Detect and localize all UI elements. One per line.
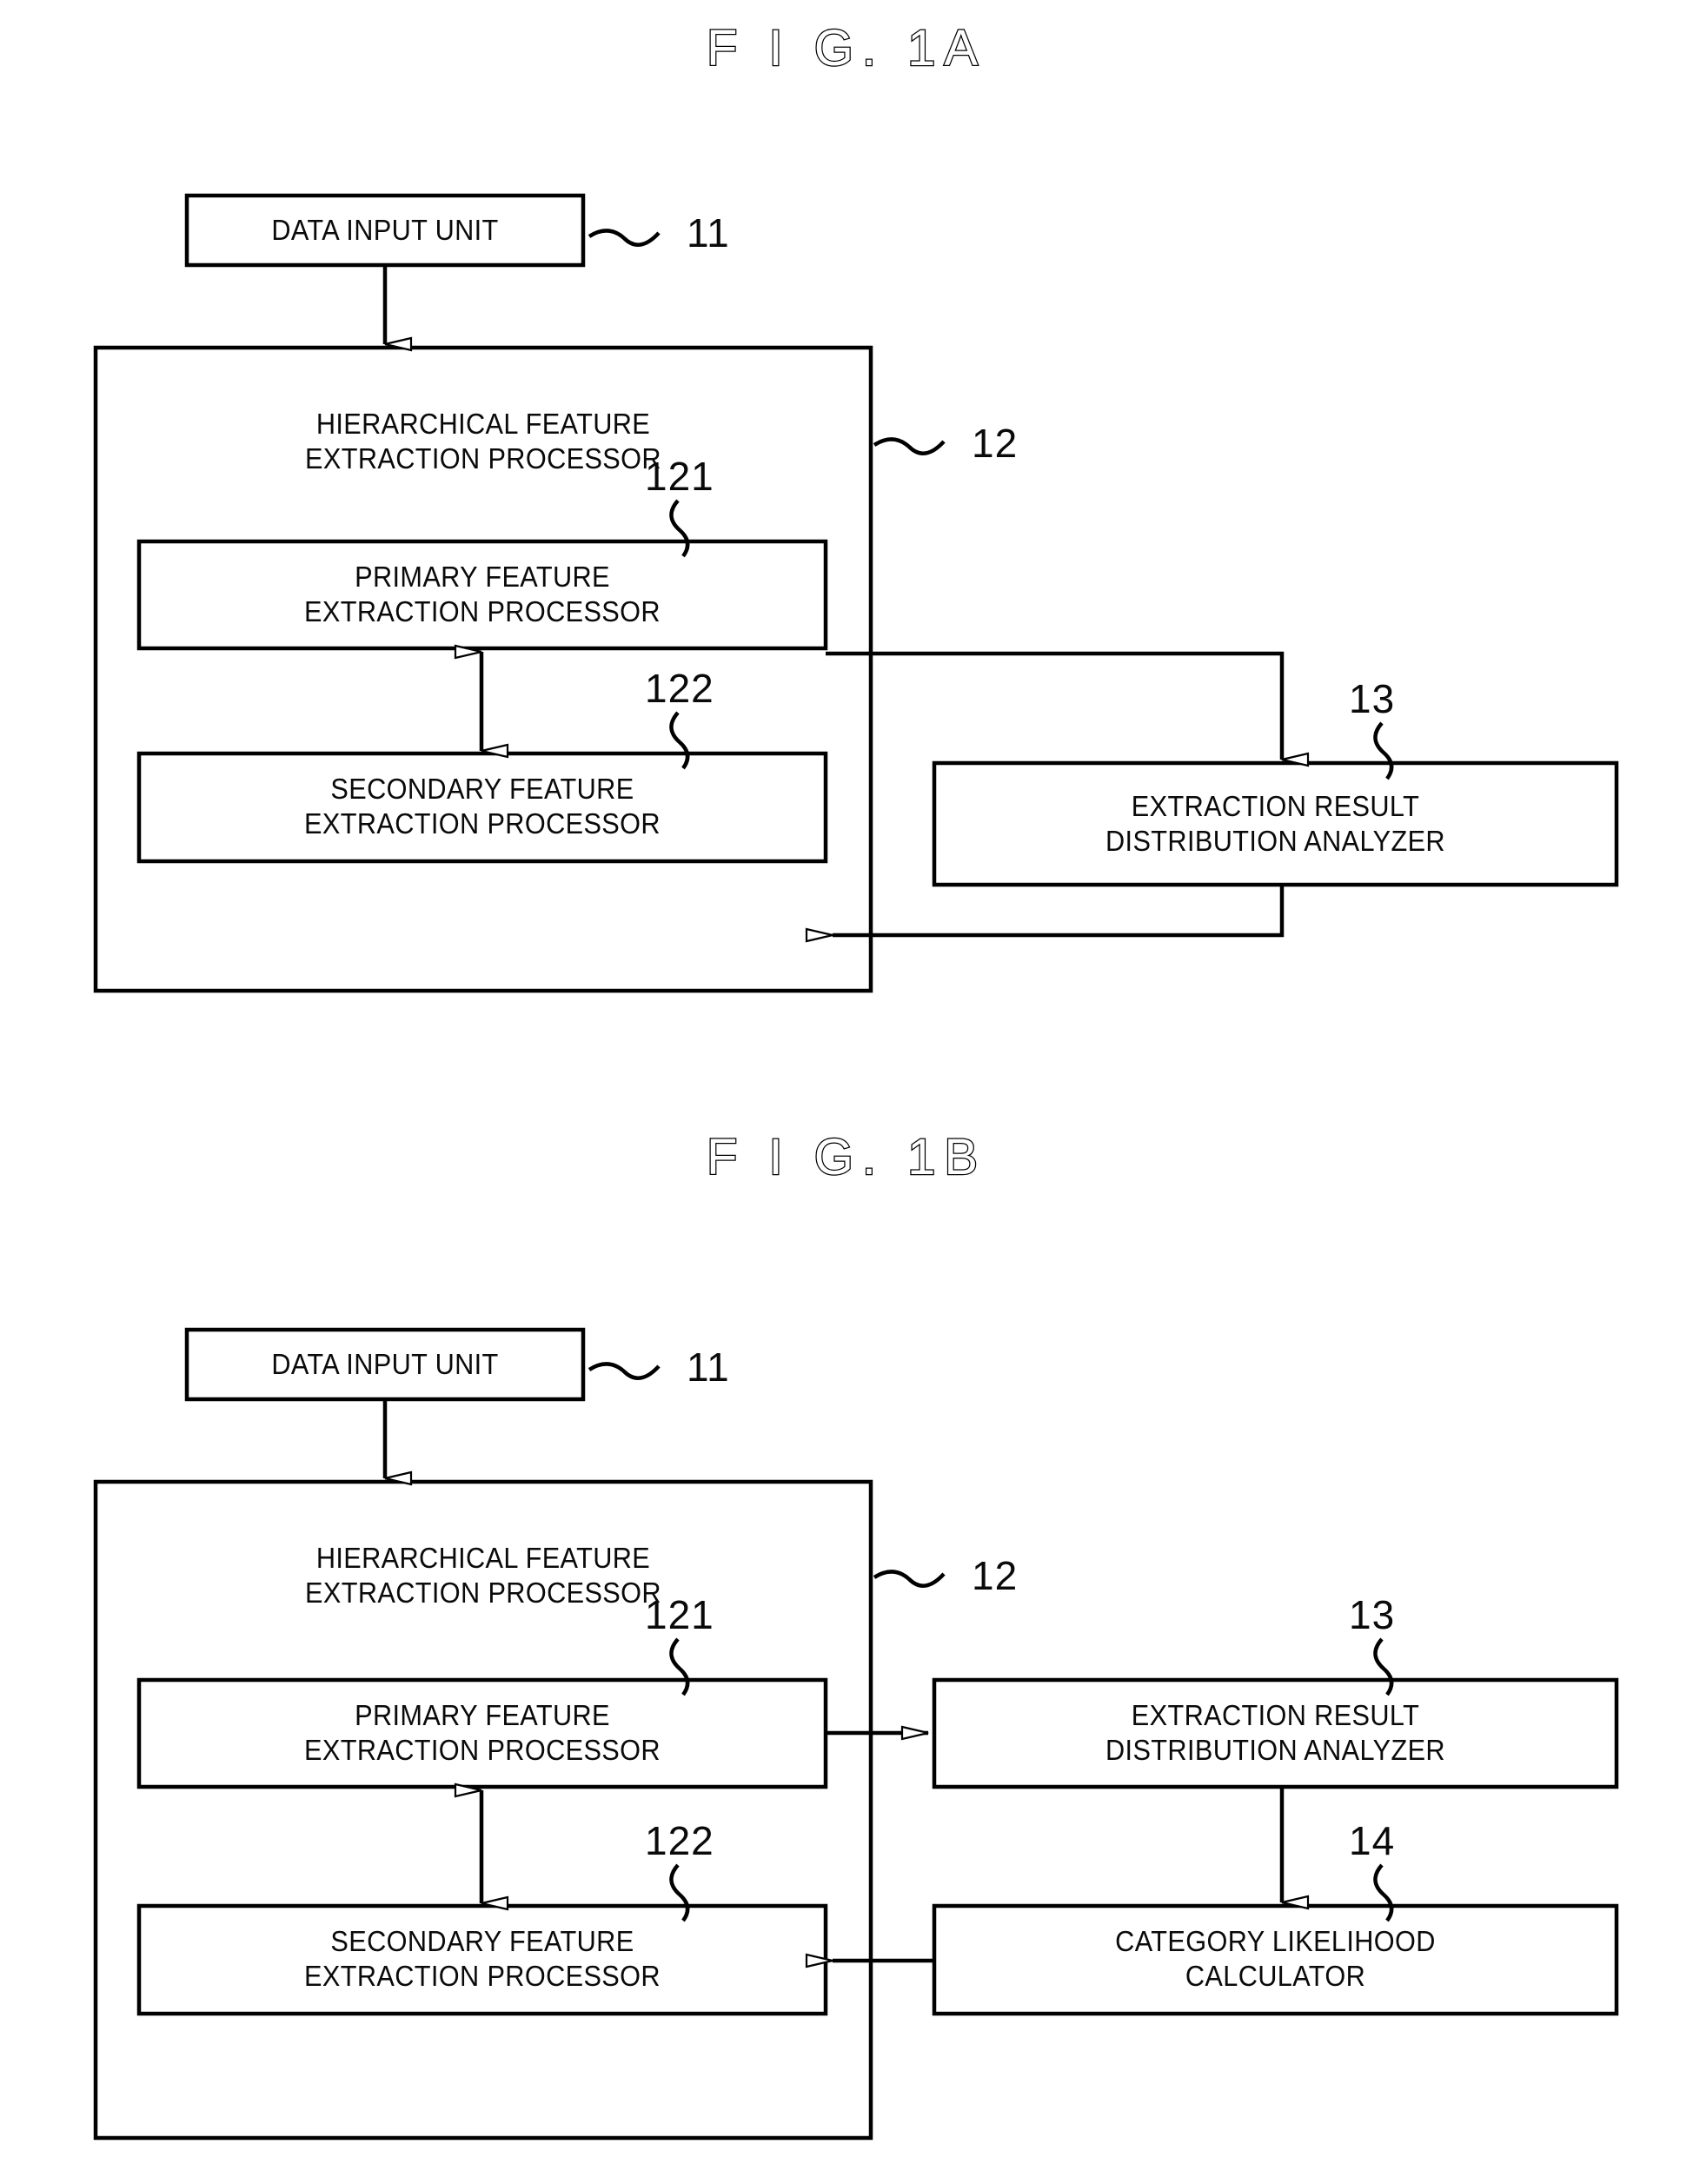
leader-12-a <box>873 437 946 455</box>
box-primary-b <box>136 1677 828 1789</box>
box-analyzer-b <box>932 1677 1619 1789</box>
ref-121-b: 121 <box>645 1592 714 1637</box>
figure-linework <box>93 193 1619 2141</box>
leader-14-b <box>1373 1863 1394 1922</box>
ref-13-a: 13 <box>1349 676 1396 721</box>
leader-121-b <box>669 1637 690 1696</box>
leader-13-b <box>1373 1637 1394 1696</box>
figure-caption-1b: F I G. 1B <box>706 1128 987 1187</box>
ref-14-b: 14 <box>1349 1818 1396 1863</box>
leader-12-b <box>873 1570 946 1588</box>
ref-12-b: 12 <box>972 1553 1019 1598</box>
connector-primary-to-analyzer-a <box>826 651 1310 767</box>
leader-122-a <box>669 711 690 770</box>
leader-11-b <box>588 1362 661 1380</box>
leader-11-a <box>588 229 661 247</box>
ref-13-b: 13 <box>1349 1592 1396 1637</box>
box-secondary-a <box>136 751 828 864</box>
box-calculator-b <box>932 1903 1619 2016</box>
ref-121-a: 121 <box>645 454 714 499</box>
ref-11-b: 11 <box>687 1344 730 1390</box>
ref-11-a: 11 <box>687 210 730 256</box>
box-data-input-unit-a <box>184 193 586 268</box>
connector-analyzer-to-secondary-a <box>805 885 1285 943</box>
box-data-input-unit-b <box>184 1327 586 1402</box>
box-primary-a <box>136 539 828 651</box>
leader-122-b <box>669 1863 690 1922</box>
ref-122-a: 122 <box>645 666 714 711</box>
leader-13-a <box>1373 721 1394 780</box>
leader-121-a <box>669 499 690 558</box>
box-analyzer-a <box>932 760 1619 887</box>
figure-caption-1a: F I G. 1A <box>706 19 987 78</box>
ref-12-a: 12 <box>972 421 1019 466</box>
box-secondary-b <box>136 1903 828 2016</box>
patent-drawing-sheet: F I G. 1A DATA INPUT UNIT 11 HIERARCHICA… <box>0 0 1693 2184</box>
ref-122-b: 122 <box>645 1818 714 1863</box>
